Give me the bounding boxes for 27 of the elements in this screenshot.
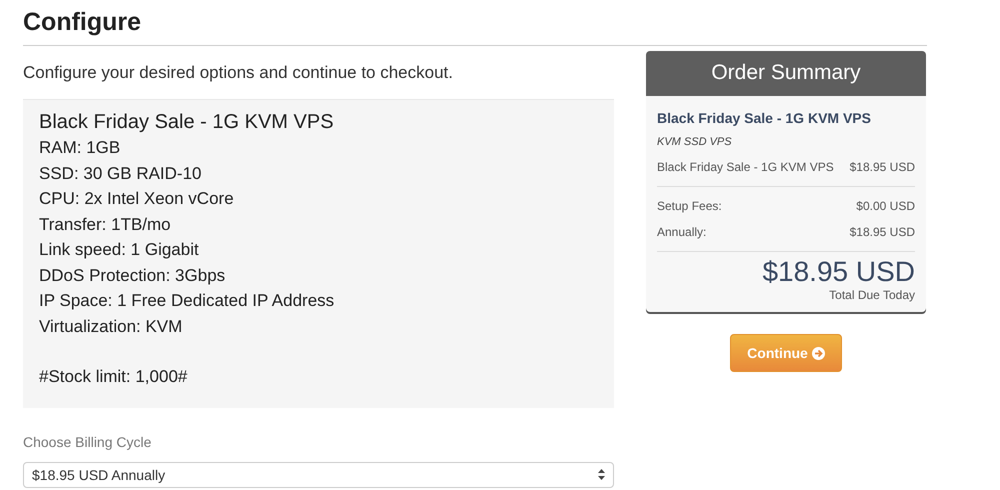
product-detail: IP Space: 1 Free Dedicated IP Address <box>39 290 336 312</box>
product-group: KVM SSD VPS <box>657 136 915 148</box>
billing-label: Choose Billing Cycle <box>23 434 152 450</box>
total-label: Total Due Today <box>828 288 915 302</box>
intro-text: Configure your desired options and continue to checkout. <box>23 63 454 83</box>
product-detail: DDoS Protection: 3Gbps <box>39 264 226 286</box>
stock-note: #Stock limit: 1,000# <box>39 366 188 388</box>
billing-select[interactable]: $18.95 USD Annually <box>23 462 614 488</box>
line-amount: $0.00 USD <box>856 199 915 213</box>
dropdown-arrows-icon <box>598 469 605 480</box>
product-name: Black Friday Sale - 1G KVM VPS <box>657 110 872 126</box>
product-detail: Link speed: 1 Gigabit <box>39 239 200 261</box>
product-detail: Virtualization: KVM <box>39 316 184 338</box>
arrow-circle-icon <box>812 346 825 360</box>
line-label: Black Friday Sale - 1G KVM VPS <box>657 160 834 174</box>
product-detail: SSD: 30 GB RAID-10 <box>39 162 203 184</box>
line-label: Annually: <box>657 225 706 239</box>
product-title: Black Friday Sale - 1G KVM VPS <box>39 110 335 135</box>
line-amount: $18.95 USD <box>850 225 915 239</box>
page-title: Configure <box>23 8 927 46</box>
line-label: Setup Fees: <box>657 199 722 213</box>
total-amount: $18.95 USD <box>761 256 915 288</box>
line-amount: $18.95 USD <box>850 160 915 174</box>
product-detail: Transfer: 1TB/mo <box>39 214 172 236</box>
product-detail: CPU: 2x Intel Xeon vCore <box>39 188 235 210</box>
card-title: Order Summary <box>646 51 926 96</box>
product-detail: RAM: 1GB <box>39 137 122 159</box>
